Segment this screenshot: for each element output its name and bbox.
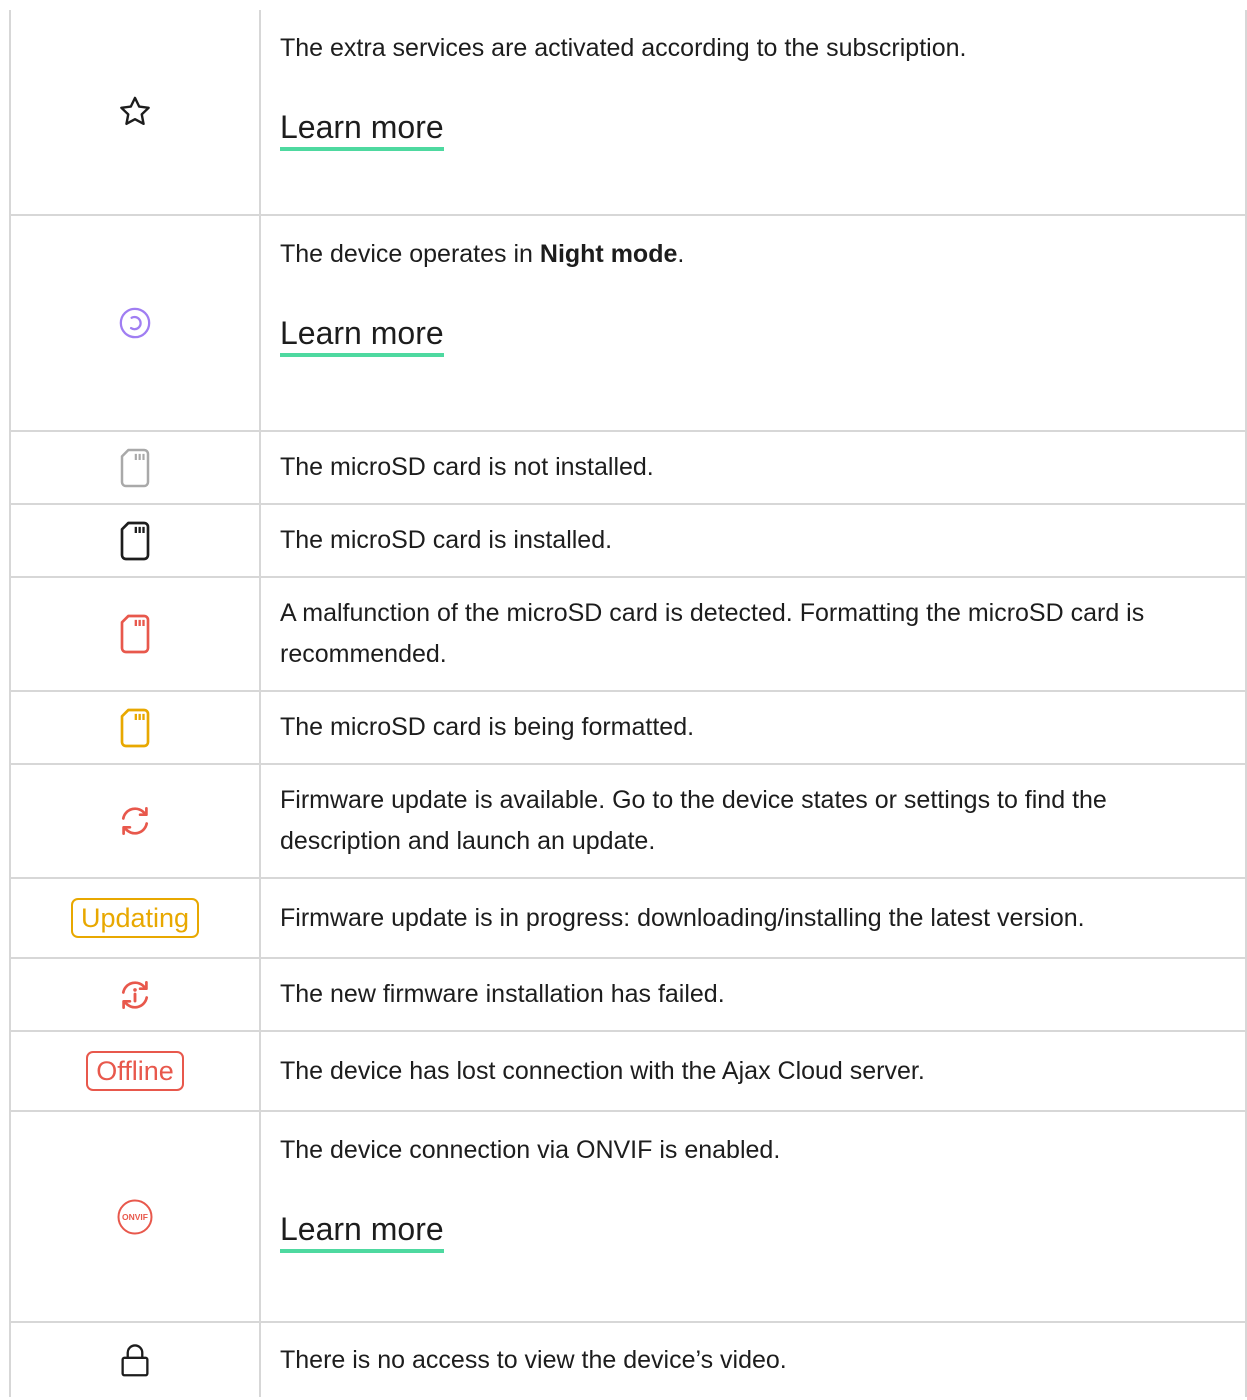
description-cell: The microSD card is installed. xyxy=(259,503,1247,578)
table-row: The microSD card is being formatted. xyxy=(9,690,1247,765)
icon-cell xyxy=(9,957,261,1032)
learn-more-link[interactable]: Learn more xyxy=(280,313,444,357)
row-description: Firmware update is available. Go to the … xyxy=(280,786,1107,855)
row-description: The device operates in Night mode. xyxy=(280,240,685,268)
row-description: The microSD card is installed. xyxy=(280,526,613,554)
icon-cell: ONVIF xyxy=(9,1110,261,1323)
icon-cell: Offline xyxy=(9,1030,261,1112)
icon-cell xyxy=(9,503,261,578)
description-cell: The device connection via ONVIF is enabl… xyxy=(259,1110,1247,1323)
icon-cell xyxy=(9,214,261,432)
updating-status-badge: Updating xyxy=(70,898,200,938)
firmware-update-icon xyxy=(121,807,149,835)
description-cell: The extra services are activated accordi… xyxy=(259,10,1247,216)
icon-cell xyxy=(9,576,261,692)
description-cell: A malfunction of the microSD card is det… xyxy=(259,576,1247,692)
table-row: The microSD card is not installed. xyxy=(9,430,1247,505)
description-cell: The device has lost connection with the … xyxy=(259,1030,1247,1112)
description-cell: There is no access to view the device’s … xyxy=(259,1321,1247,1397)
icon-cell: Updating xyxy=(9,877,261,959)
icon-cell xyxy=(9,690,261,765)
table-row: Offline The device has lost connection w… xyxy=(9,1030,1247,1112)
device-status-icons-table: The extra services are activated accordi… xyxy=(9,10,1247,1397)
table-row: Firmware update is available. Go to the … xyxy=(9,763,1247,879)
sd-card-black-icon xyxy=(120,521,150,560)
row-description: The microSD card is being formatted. xyxy=(280,713,695,741)
description-cell: The microSD card is being formatted. xyxy=(259,690,1247,765)
description-cell: Firmware update is available. Go to the … xyxy=(259,763,1247,879)
row-description: The device has lost connection with the … xyxy=(280,1056,925,1085)
row-description: The extra services are activated accordi… xyxy=(280,34,967,62)
row-description: Firmware update is in progress: download… xyxy=(280,903,1085,932)
row-description: The new firmware installation has failed… xyxy=(280,980,725,1008)
row-description: The microSD card is not installed. xyxy=(280,453,654,481)
table-row: Updating Firmware update is in progress:… xyxy=(9,877,1247,959)
learn-more-link[interactable]: Learn more xyxy=(280,1209,444,1253)
table-row: ONVIF The device connection via ONVIF is… xyxy=(9,1110,1247,1323)
star-icon xyxy=(120,96,150,126)
learn-more-link[interactable]: Learn more xyxy=(280,107,444,151)
icon-cell xyxy=(9,1321,261,1397)
table-row: There is no access to view the device’s … xyxy=(9,1321,1247,1397)
table-row: The device operates in Night mode. Learn… xyxy=(9,214,1247,432)
night-mode-icon xyxy=(119,307,151,339)
description-cell: The new firmware installation has failed… xyxy=(259,957,1247,1032)
icon-cell xyxy=(9,10,261,216)
sd-card-gray-icon xyxy=(120,448,150,487)
night-mode-label: Night mode xyxy=(539,240,678,268)
sd-card-red-icon xyxy=(120,614,150,654)
description-cell: The microSD card is not installed. xyxy=(259,430,1247,505)
table-row: A malfunction of the microSD card is det… xyxy=(9,576,1247,692)
icon-cell xyxy=(9,430,261,505)
row-description: A malfunction of the microSD card is det… xyxy=(280,599,1145,668)
onvif-icon: ONVIF xyxy=(117,1199,153,1234)
description-cell: The device operates in Night mode. Learn… xyxy=(259,214,1247,432)
description-cell: Firmware update is in progress: download… xyxy=(259,877,1247,959)
offline-status-badge: Offline xyxy=(86,1051,184,1091)
onvif-icon-label: ONVIF xyxy=(122,1212,148,1222)
sd-card-yellow-icon xyxy=(120,708,150,747)
table-row: The microSD card is installed. xyxy=(9,503,1247,578)
firmware-failed-icon xyxy=(121,980,149,1009)
table-row: The new firmware installation has failed… xyxy=(9,957,1247,1032)
table-row: The extra services are activated accordi… xyxy=(9,10,1247,216)
lock-icon xyxy=(121,1344,149,1377)
row-description: There is no access to view the device’s … xyxy=(280,1345,787,1374)
icon-cell xyxy=(9,763,261,879)
row-description: The device connection via ONVIF is enabl… xyxy=(280,1136,781,1164)
